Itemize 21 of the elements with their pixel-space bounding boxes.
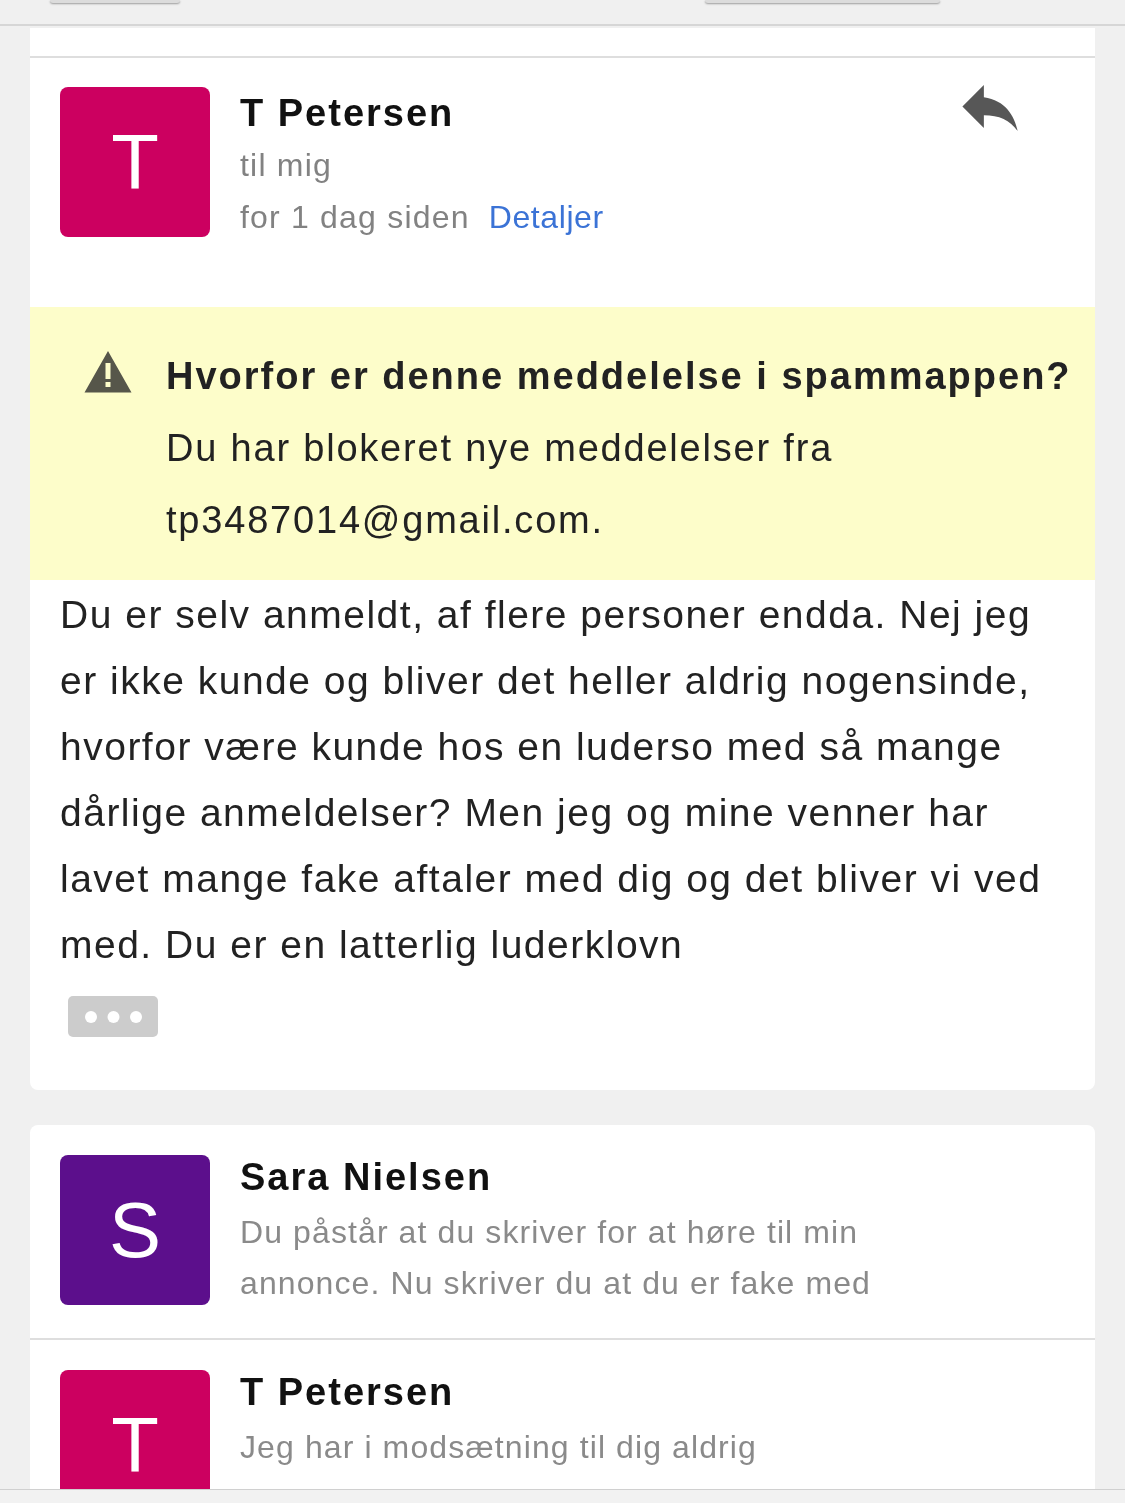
- message-body: Du er selv anmeldt, af flere personer endda. Nej jeg er ikke kunde og bliver det heller aldrig nogensinde, hvorfor være kunde hos en luderso med så mange dårlige anmeldelser? Men jeg og mine venner har lavet mange fake aftaler med dig og det bliver vi ved med. Du er en latterlig luderklovn: [59, 592, 1043, 968]
- more-button[interactable]: [68, 996, 158, 1037]
- warning-icon: [84, 350, 132, 393]
- recipient-text: til mig: [240, 146, 332, 185]
- warning-title: Hvorfor er denne meddelelse i spammappen?: [166, 354, 1072, 399]
- message-preview: Du påstår at du skriver for at høre til min annonce. Nu skriver du at du er fake med: [240, 1213, 872, 1303]
- avatar: S: [60, 1155, 210, 1305]
- reply-icon[interactable]: [962, 85, 1018, 131]
- avatar: T: [60, 1370, 210, 1489]
- timestamp: for 1 dag siden: [240, 198, 470, 237]
- sender-name: T Petersen: [240, 91, 455, 136]
- ellipsis-icon: [84, 1010, 142, 1023]
- message-row[interactable]: S Sara Nielsen Du påstår at du skriver for at høre til min annonce. Nu skriver du at du er fake med: [30, 1125, 1095, 1340]
- toolbar-button[interactable]: [705, 0, 940, 3]
- sender-name: Sara Nielsen: [240, 1155, 493, 1199]
- avatar: T: [60, 87, 210, 237]
- toolbar-button[interactable]: [50, 0, 180, 3]
- sender-name: T Petersen: [240, 1370, 455, 1414]
- details-link[interactable]: Detaljer: [488, 191, 604, 243]
- message-preview: Jeg har i modsætning til dig aldrig: [240, 1428, 758, 1467]
- warning-text: Du har blokeret nye meddelelser fra tp3487014@gmail.com.: [166, 426, 835, 543]
